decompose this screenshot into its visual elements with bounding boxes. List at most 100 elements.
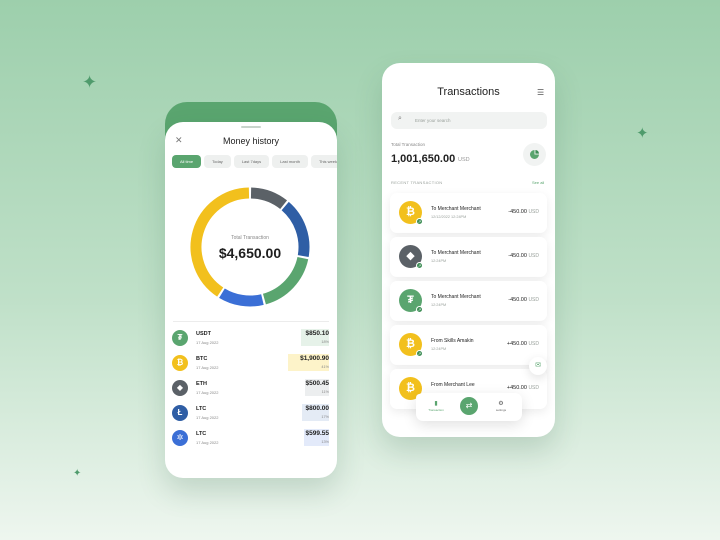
asset-amount: $850.10 [305, 330, 330, 337]
asset-percent: 11% [321, 390, 329, 394]
asset-percent: 17% [321, 415, 329, 419]
donut-total-value: $4,650.00 [218, 245, 282, 261]
sliders-icon[interactable]: ☰ [537, 88, 544, 97]
arrow-icon: ↗ [416, 350, 423, 357]
transaction-amount: -450.00 USD [508, 297, 539, 303]
sparkle-icon: ✦ [636, 125, 649, 142]
search-input[interactable] [391, 112, 547, 129]
amount-value: +450.00 [506, 341, 527, 347]
nav-label: Transaction [428, 408, 444, 412]
transaction-title: To Merchant Merchant [431, 206, 481, 212]
transactions-screen: Transactions ☰ ⌕ Total Transaction 1,001… [382, 63, 555, 437]
transaction-amount: -450.00 USD [508, 209, 539, 215]
cardano-icon: ✲ [172, 430, 188, 446]
nav-item-settings[interactable]: ⚙ settings [488, 400, 514, 412]
asset-percent: 18% [321, 340, 329, 344]
search-icon: ⌕ [398, 115, 402, 122]
bitcoin-icon: ₿ [172, 355, 188, 371]
transaction-time: 12/12/2022 12:24PM [431, 215, 467, 219]
total-transaction-currency: USD [458, 157, 470, 163]
bottom-nav: ▮ Transaction ⇄ ⚙ settings [416, 393, 522, 421]
transaction-amount: -450.00 USD [508, 253, 539, 259]
transaction-time: 12:24PM [431, 347, 447, 351]
money-history-header: ✕ Money history [165, 134, 337, 150]
transaction-icon: ▮ [434, 401, 438, 407]
amount-value: -450.00 [508, 297, 527, 303]
amount-currency: USD [528, 209, 539, 215]
ethereum-icon: ◆ [172, 380, 188, 396]
swap-icon[interactable]: ⇄ [460, 397, 478, 415]
asset-symbol: LTC [196, 406, 207, 412]
asset-date: 17 Aug 2022 [196, 415, 219, 420]
amount-value: -450.00 [508, 253, 527, 259]
tab-filter[interactable]: All time [172, 155, 202, 168]
sparkle-icon: ✦ [73, 468, 82, 479]
page-title: Transactions [437, 86, 500, 98]
page-title: Money history [222, 136, 280, 146]
transaction-card[interactable]: ₿ ↗ To Merchant Merchant 12/12/2022 12:24PM… [390, 193, 547, 233]
divider [173, 321, 329, 322]
arrow-icon: ↗ [416, 262, 423, 269]
asset-symbol: USDT [196, 331, 211, 337]
asset-percent: 13% [321, 440, 329, 444]
litecoin-icon: Ł [172, 405, 188, 421]
arrow-icon: ↗ [416, 306, 423, 313]
amount-currency: USD [528, 341, 539, 347]
amount-value: +450.00 [506, 385, 527, 391]
pie-chart-button[interactable] [523, 143, 546, 166]
sparkle-icon: ✦ [82, 72, 98, 92]
total-transaction-label: Total Transaction [391, 142, 426, 147]
asset-percent: 41% [321, 365, 329, 369]
asset-amount: $599.55 [305, 430, 330, 437]
list-item[interactable]: ₮ USDT 17 Aug 2022 $850.10 18% [165, 329, 337, 354]
tab-filter[interactable]: Last month [272, 155, 308, 168]
chat-icon[interactable]: ✉ [529, 357, 547, 375]
asset-amount: $500.45 [305, 380, 330, 387]
asset-amount: $800.00 [305, 405, 330, 412]
transaction-card[interactable]: ₿ ↗ From Skills Amakin 12:24PM +450.00 USD [390, 325, 547, 365]
transaction-title: To Merchant Merchant [431, 250, 481, 256]
amount-currency: USD [528, 385, 539, 391]
amount-currency: USD [528, 297, 539, 303]
asset-amount: $1,900.90 [300, 355, 329, 362]
tab-filter[interactable]: This week [310, 155, 337, 168]
drag-handle[interactable] [241, 126, 261, 128]
asset-symbol: ETH [196, 381, 207, 387]
recent-transaction-heading: RECENT TRANSACTION [391, 180, 443, 185]
asset-symbol: BTC [196, 356, 208, 362]
arrow-icon: ↗ [416, 218, 423, 225]
transaction-title: From Skills Amakin [431, 338, 474, 344]
list-item[interactable]: ◆ ETH 17 Aug 2022 $500.45 11% [165, 379, 337, 404]
asset-symbol: LTC [196, 431, 207, 437]
tab-filter[interactable]: Last 7days [233, 155, 270, 168]
money-history-screen: ✕ Money history All time Today Last 7days L… [165, 122, 337, 478]
list-item[interactable]: ₿ BTC 17 Aug 2022 $1,900.90 41% [165, 354, 337, 379]
transaction-time: 12:24PM [431, 259, 447, 263]
total-transaction-value: 1,001,650.00 [391, 153, 456, 165]
see-all-link[interactable]: See all [532, 180, 544, 185]
transaction-time: 12:24PM [431, 303, 447, 307]
transaction-amount: +450.00 USD [507, 385, 539, 391]
transaction-card[interactable]: ◆ ↗ To Merchant Merchant 12:24PM -450.00 USD [390, 237, 547, 277]
list-item[interactable]: ✲ LTC 17 Aug 2022 $599.55 13% [165, 429, 337, 454]
amount-value: -450.00 [508, 209, 527, 215]
donut-slice-ltc [219, 288, 264, 307]
donut-slice-eth [250, 187, 288, 210]
transaction-amount: +450.00 USD [507, 341, 539, 347]
asset-date: 17 Aug 2022 [196, 365, 219, 370]
transaction-card[interactable]: ₮ ↗ To Merchant Merchant 12:24PM -450.00 USD [390, 281, 547, 321]
list-item[interactable]: Ł LTC 17 Aug 2022 $800.00 17% [165, 404, 337, 429]
pie-chart-icon [530, 150, 539, 159]
donut-total-label: Total Transaction [231, 235, 269, 241]
tether-icon: ₮ [172, 330, 188, 346]
asset-list: ₮ USDT 17 Aug 2022 $850.10 18% ₿ BTC 17 Aug 202… [165, 329, 337, 454]
donut-slice-usdt [262, 256, 309, 305]
gear-icon: ⚙ [498, 401, 504, 407]
donut-slice-btc [190, 187, 250, 297]
asset-date: 17 Aug 2022 [196, 440, 219, 445]
asset-date: 17 Aug 2022 [196, 340, 219, 345]
tab-filter[interactable]: Today [204, 155, 231, 168]
nav-item-transaction[interactable]: ▮ Transaction [423, 400, 449, 412]
transaction-title: From Merchant Lee [431, 382, 475, 388]
asset-date: 17 Aug 2022 [196, 390, 219, 395]
